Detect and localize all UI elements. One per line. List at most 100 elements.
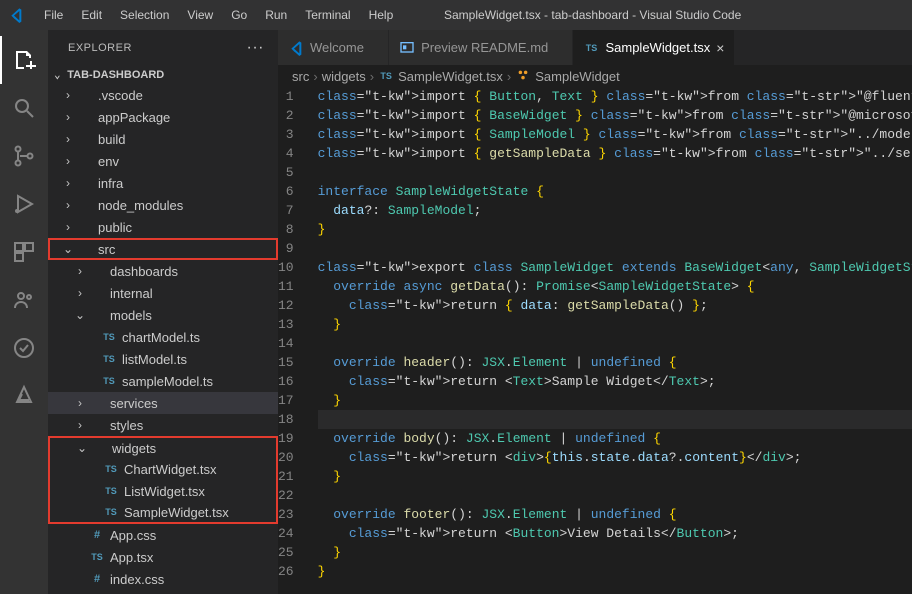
chevron-right-icon: › <box>60 88 76 102</box>
titlebar: FileEditSelectionViewGoRunTerminalHelp S… <box>0 0 912 30</box>
tree-item-label: internal <box>110 286 153 301</box>
chevron-right-icon: › <box>72 396 88 410</box>
breadcrumb-item[interactable]: SampleWidget.tsx <box>398 69 503 84</box>
tree-item-label: SampleWidget.tsx <box>124 505 229 520</box>
tab-label: Welcome <box>310 40 364 55</box>
tree-item-label: appPackage <box>98 110 170 125</box>
menu-help[interactable]: Help <box>361 4 402 26</box>
tree-item-sampleModel-ts[interactable]: ›TSsampleModel.ts <box>48 370 278 392</box>
tree-item-label: index.css <box>110 572 164 587</box>
tree-item-index-css[interactable]: ›#index.css <box>48 568 278 590</box>
sidebar-more-icon[interactable]: ··· <box>247 39 264 57</box>
chevron-right-icon: › <box>60 110 76 124</box>
tree-item-widgets[interactable]: ⌄widgets <box>48 436 278 458</box>
class-icon <box>515 68 531 85</box>
tree-item-node_modules[interactable]: › node_modules <box>48 194 278 216</box>
tree-item-label: src <box>98 242 115 257</box>
chevron-down-icon: ⌄ <box>74 441 90 455</box>
tree-item-App-tsx[interactable]: ›TSApp.tsx <box>48 546 278 568</box>
teams-toolkit-icon[interactable] <box>0 324 48 372</box>
chevron-right-icon: › <box>72 286 88 300</box>
tree-item-models[interactable]: ⌄models <box>48 304 278 326</box>
tab-preview-readme-md[interactable]: Preview README.md× <box>389 30 573 65</box>
editor-tabs: Welcome×Preview README.md×TSSampleWidget… <box>278 30 912 65</box>
chevron-right-icon: › <box>72 264 88 278</box>
files-icon[interactable] <box>0 36 48 84</box>
ts-file-icon: TS <box>102 507 120 517</box>
tree-item-services[interactable]: › services <box>48 392 278 414</box>
menu-go[interactable]: Go <box>223 4 255 26</box>
extensions-icon[interactable] <box>0 228 48 276</box>
tree-item-build[interactable]: ›build <box>48 128 278 150</box>
tree-item-label: dashboards <box>110 264 178 279</box>
tree-item-label: ChartWidget.tsx <box>124 462 216 477</box>
section-label: TAB-DASHBOARD <box>67 69 164 81</box>
teams-icon[interactable] <box>0 276 48 324</box>
ts-file-icon: TS <box>102 464 120 474</box>
tree-item-ChartWidget-tsx[interactable]: ›TSChartWidget.tsx <box>48 458 278 480</box>
tree-item-label: services <box>110 396 158 411</box>
ts-file-icon: TS <box>378 71 394 81</box>
menu-run[interactable]: Run <box>257 4 295 26</box>
tree-item-App-css[interactable]: ›#App.css <box>48 524 278 546</box>
menu-view[interactable]: View <box>179 4 221 26</box>
search-icon[interactable] <box>0 84 48 132</box>
tree-item-label: node_modules <box>98 198 183 213</box>
tab-label: SampleWidget.tsx <box>605 40 710 55</box>
vscode-icon <box>288 40 304 56</box>
ts-file-icon: TS <box>100 354 118 364</box>
tree-item-listModel-ts[interactable]: ›TSlistModel.ts <box>48 348 278 370</box>
file-tree: ›.vscode›appPackage›build›env›infra›node… <box>48 84 278 594</box>
menu-terminal[interactable]: Terminal <box>297 4 358 26</box>
menu-selection[interactable]: Selection <box>112 4 177 26</box>
menu-edit[interactable]: Edit <box>73 4 110 26</box>
sidebar-header: EXPLORER ··· <box>48 30 278 65</box>
tree-item--vscode[interactable]: ›.vscode <box>48 84 278 106</box>
ts-file-icon: TS <box>88 552 106 562</box>
tree-item-chartModel-ts[interactable]: ›TSchartModel.ts <box>48 326 278 348</box>
tree-item-ListWidget-tsx[interactable]: ›TSListWidget.tsx <box>48 480 278 502</box>
activity-bar <box>0 30 48 594</box>
css-file-icon: # <box>88 573 106 585</box>
close-icon[interactable]: × <box>716 40 724 56</box>
chevron-right-icon: › <box>370 69 374 84</box>
chevron-down-icon: ⌄ <box>60 242 76 256</box>
tree-item-env[interactable]: ›env <box>48 150 278 172</box>
tab-label: Preview README.md <box>421 40 548 55</box>
css-file-icon: # <box>88 529 106 541</box>
tree-item-label: styles <box>110 418 143 433</box>
breadcrumb: src›widgets›TSSampleWidget.tsx›SampleWid… <box>278 65 912 87</box>
tree-item-label: App.tsx <box>110 550 153 565</box>
tree-item-label: public <box>98 220 132 235</box>
tree-item-infra[interactable]: › infra <box>48 172 278 194</box>
menu-file[interactable]: File <box>36 4 71 26</box>
azure-icon[interactable] <box>0 372 48 420</box>
main-menu: FileEditSelectionViewGoRunTerminalHelp <box>36 4 401 26</box>
tree-item-label: App.css <box>110 528 156 543</box>
tree-item-appPackage[interactable]: › appPackage <box>48 106 278 128</box>
source-control-icon[interactable] <box>0 132 48 180</box>
window-title: SampleWidget.tsx - tab-dashboard - Visua… <box>401 8 784 22</box>
chevron-right-icon: › <box>60 176 76 190</box>
chevron-right-icon: › <box>507 69 511 84</box>
tree-item-public[interactable]: ›public <box>48 216 278 238</box>
tree-item-label: infra <box>98 176 123 191</box>
breadcrumb-item[interactable]: SampleWidget <box>535 69 620 84</box>
tab-welcome[interactable]: Welcome× <box>278 30 389 65</box>
tree-item-dashboards[interactable]: › dashboards <box>48 260 278 282</box>
run-debug-icon[interactable] <box>0 180 48 228</box>
tab-samplewidget-tsx[interactable]: TSSampleWidget.tsx× <box>573 30 735 65</box>
sidebar-section[interactable]: ⌄ TAB-DASHBOARD <box>48 65 278 84</box>
tree-item-internal[interactable]: › internal <box>48 282 278 304</box>
tree-item-label: sampleModel.ts <box>122 374 213 389</box>
breadcrumb-item[interactable]: widgets <box>322 69 366 84</box>
tree-item-styles[interactable]: › styles <box>48 414 278 436</box>
ts-file-icon: TS <box>100 332 118 342</box>
tree-item-label: listModel.ts <box>122 352 187 367</box>
chevron-right-icon: › <box>72 418 88 432</box>
tree-item-src[interactable]: ⌄ src <box>48 238 278 260</box>
code-content[interactable]: class="t-kw">import { Button, Text } cla… <box>312 87 912 594</box>
chevron-right-icon: › <box>60 198 76 212</box>
tree-item-SampleWidget-tsx[interactable]: ›TSSampleWidget.tsx <box>48 502 278 524</box>
breadcrumb-item[interactable]: src <box>292 69 309 84</box>
